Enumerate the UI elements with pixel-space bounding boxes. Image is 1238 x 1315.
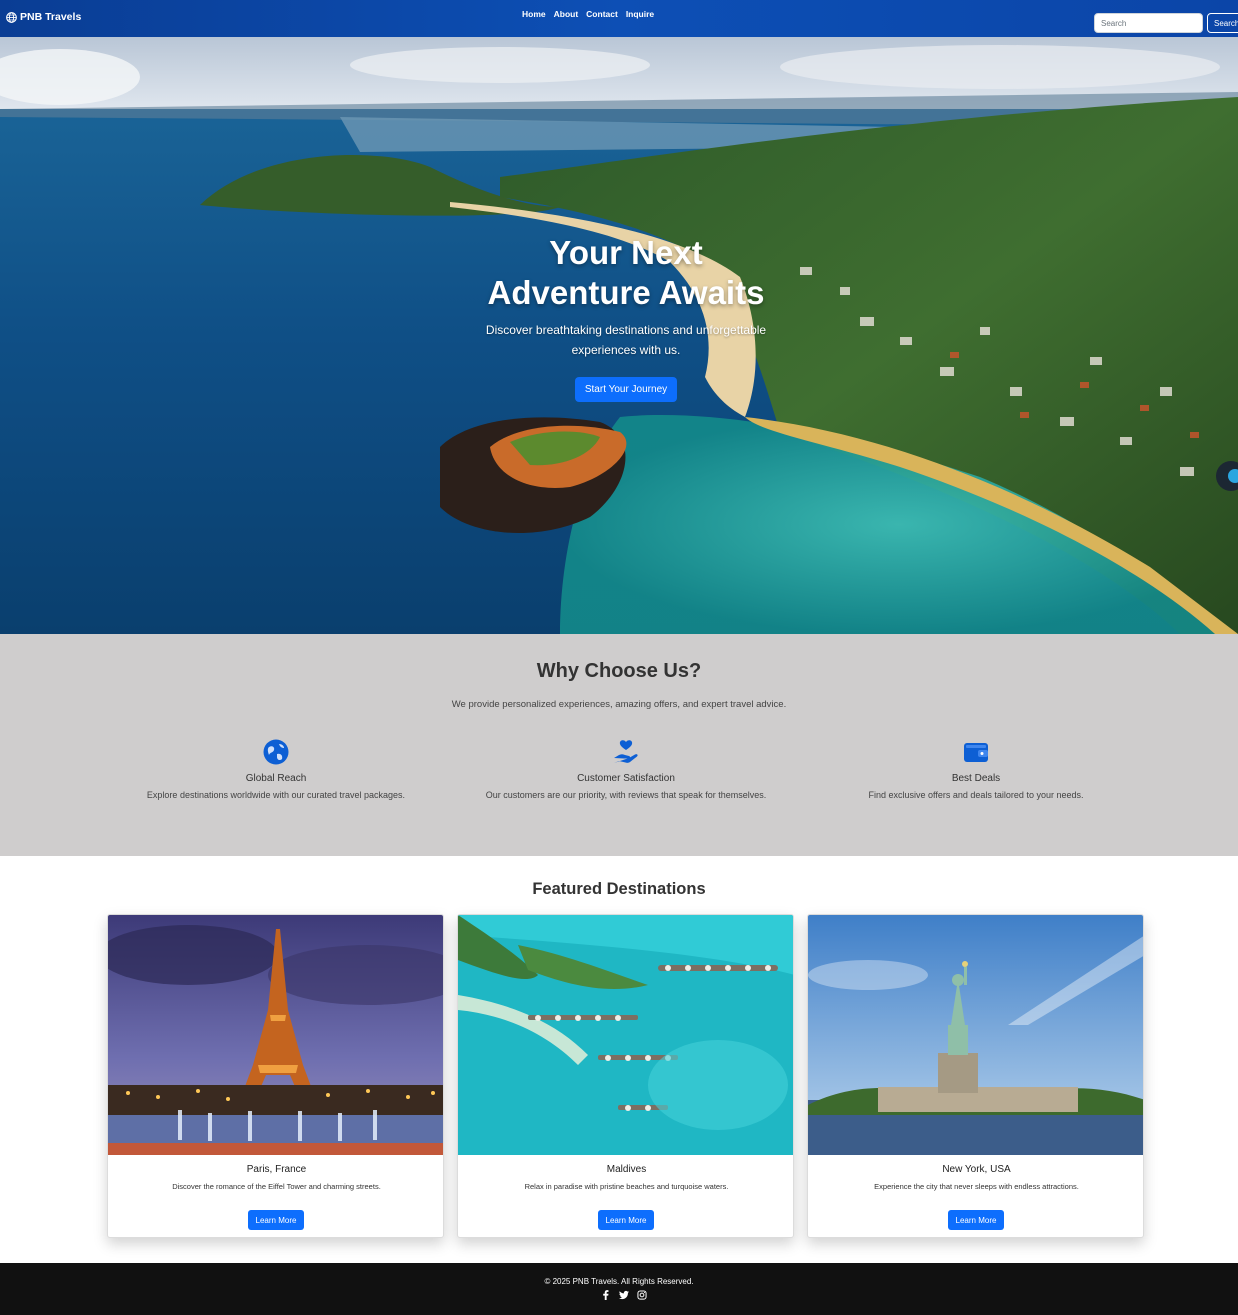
feature-global-reach: Global Reach Explore destinations worldw… [106, 738, 446, 800]
feature-title: Best Deals [951, 773, 1001, 784]
destination-card-maldives: Maldives Relax in paradise with pristine… [457, 914, 794, 1238]
nav-link-inquire[interactable]: Inquire [626, 9, 654, 19]
search-button[interactable]: Search [1207, 13, 1238, 33]
nav-link-contact[interactable]: Contact [586, 9, 618, 19]
destination-card-paris: Paris, France Discover the romance of th… [107, 914, 444, 1238]
feature-title: Customer Satisfaction [577, 773, 675, 784]
learn-more-button[interactable]: Learn More [948, 1210, 1004, 1230]
feature-customer-satisfaction: Customer Satisfaction Our customers are … [456, 738, 796, 800]
copyright-text: © 2025 PNB Travels. All Rights Reserved. [544, 1277, 694, 1286]
facebook-icon[interactable] [601, 1290, 611, 1300]
brand-name: PNB Travels [20, 11, 82, 23]
twitter-icon[interactable] [619, 1290, 629, 1300]
card-text: Discover the romance of the Eiffel Tower… [172, 1182, 381, 1191]
why-subtitle: We provide personalized experiences, ama… [451, 699, 787, 710]
card-text: Relax in paradise with pristine beaches … [524, 1182, 729, 1191]
feature-text: Our customers are our priority, with rev… [485, 790, 767, 800]
chat-widget-icon [1228, 469, 1238, 483]
paris-image [108, 915, 443, 1155]
new-york-image [808, 915, 1143, 1155]
social-links [601, 1290, 647, 1300]
chat-widget-button[interactable] [1216, 461, 1238, 491]
hero-subtitle: Discover breathtaking destinations and u… [485, 323, 767, 357]
footer: © 2025 PNB Travels. All Rights Reserved. [0, 1263, 1238, 1315]
hero-section: Your Next Adventure Awaits Discover brea… [0, 37, 1238, 634]
nav-link-home[interactable]: Home [522, 9, 546, 19]
destination-card-new-york: New York, USA Experience the city that n… [807, 914, 1144, 1238]
feature-text: Find exclusive offers and deals tailored… [868, 790, 1084, 800]
instagram-icon[interactable] [637, 1290, 647, 1300]
search-input[interactable] [1094, 13, 1203, 33]
why-title: Why Choose Us? [536, 660, 702, 682]
hero-title: Your Next Adventure Awaits [487, 234, 765, 311]
navbar: PNB Travels Home About Contact Inquire S… [0, 0, 1238, 37]
wallet-icon [964, 743, 988, 762]
card-title: New York, USA [942, 1164, 1011, 1175]
feature-title: Global Reach [245, 773, 307, 784]
brand-link[interactable]: PNB Travels [6, 11, 81, 23]
hand-heart-icon [614, 740, 638, 763]
card-title: Maldives [606, 1164, 647, 1175]
globe-icon [263, 739, 289, 765]
feature-best-deals: Best Deals Find exclusive offers and dea… [806, 738, 1146, 800]
why-choose-us-section: Why Choose Us? We provide personalized e… [0, 634, 1238, 856]
start-journey-button[interactable]: Start Your Journey [575, 377, 677, 402]
nav-links: Home About Contact Inquire [522, 9, 654, 19]
card-text: Experience the city that never sleeps wi… [874, 1182, 1079, 1191]
card-title: Paris, France [246, 1164, 307, 1175]
featured-destinations-title: Featured Destinations [532, 880, 706, 898]
learn-more-button[interactable]: Learn More [598, 1210, 654, 1230]
learn-more-button[interactable]: Learn More [248, 1210, 304, 1230]
globe-icon [6, 11, 17, 23]
feature-text: Explore destinations worldwide with our … [146, 790, 406, 800]
maldives-image [458, 915, 793, 1155]
nav-link-about[interactable]: About [554, 9, 579, 19]
